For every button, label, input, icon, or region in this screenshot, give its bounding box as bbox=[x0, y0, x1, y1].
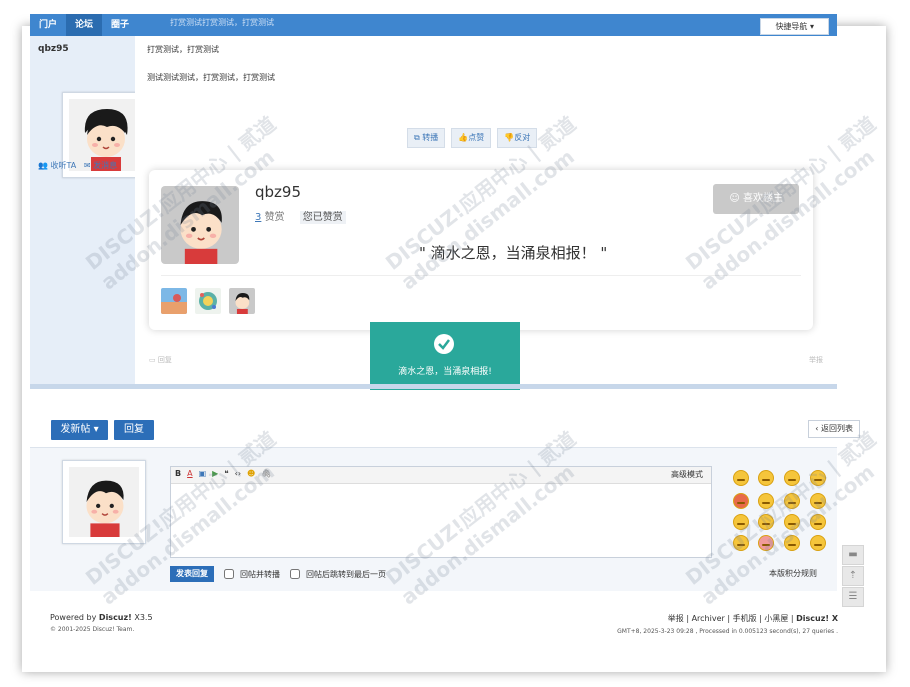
nav-forum[interactable]: 论坛 bbox=[66, 14, 103, 36]
author-sidebar: qbz95 👥 收听TA ✉ 发消息 bbox=[30, 36, 148, 384]
smiley-icon[interactable] bbox=[810, 514, 826, 530]
donor-avatar[interactable] bbox=[161, 288, 187, 314]
emoji-icon[interactable]: ☻ bbox=[247, 469, 255, 478]
smiley-icon[interactable] bbox=[784, 514, 800, 530]
new-post-button[interactable]: 发新帖 ▾ bbox=[51, 420, 108, 440]
breadcrumb: 打赏测试打赏测试，打赏测试 bbox=[170, 18, 274, 27]
reward-quote: " 滴水之恩，当涌泉相报！ " bbox=[419, 244, 608, 262]
powered-by: Powered by Discuz! X3.5 bbox=[50, 613, 153, 622]
footer-left: Powered by Discuz! X3.5 © 2001-2025 Disc… bbox=[50, 613, 153, 633]
reward-stats: 3 赞赏 您已赞赏 bbox=[255, 208, 346, 224]
video-icon[interactable]: ▶ bbox=[212, 469, 218, 478]
thumbs-up-icon: 👍 bbox=[458, 133, 469, 142]
advanced-mode-link[interactable]: 高级模式 bbox=[671, 469, 703, 480]
smiley-icon[interactable] bbox=[733, 514, 749, 530]
report-link[interactable]: 举报 bbox=[809, 355, 823, 365]
reward-given-badge: 您已赞赏 bbox=[299, 211, 346, 224]
smiley-icon[interactable] bbox=[758, 470, 774, 486]
smile-icon: ☺ bbox=[729, 193, 743, 204]
copyright: © 2001-2025 Discuz! Team. bbox=[50, 626, 135, 633]
submit-reply-button[interactable]: 发表回复 bbox=[170, 566, 214, 582]
author-links: 👥 收听TA ✉ 发消息 bbox=[38, 160, 117, 171]
float-reply-icon[interactable]: ▬ bbox=[842, 545, 864, 565]
quote-icon[interactable]: ❝ bbox=[224, 469, 228, 478]
reply-submit-row: 发表回复 回帖并转播 回帖后跳转到最后一页 bbox=[170, 566, 386, 582]
bold-icon[interactable]: B bbox=[175, 469, 181, 478]
smiley-icon[interactable] bbox=[810, 493, 826, 509]
like-button[interactable]: 👍点赞 bbox=[451, 128, 492, 148]
quick-nav-button[interactable]: 快捷导航 ▾ bbox=[760, 18, 829, 35]
avatar-image bbox=[69, 467, 139, 537]
repost-checkbox[interactable] bbox=[224, 569, 234, 579]
reward-card: qbz95 3 赞赏 您已赞赏 ☺ 喜欢楼主 " 滴水之恩，当涌泉相报！ " bbox=[149, 170, 813, 330]
follow-link[interactable]: 收听TA bbox=[51, 161, 77, 170]
jump-last-checkbox[interactable] bbox=[290, 569, 300, 579]
post-title: 打赏测试，打赏测试 bbox=[147, 45, 219, 54]
reward-author-name[interactable]: qbz95 bbox=[255, 183, 301, 201]
smiley-icon[interactable] bbox=[758, 493, 774, 509]
main-nav: 门户 论坛 圈子 bbox=[30, 14, 138, 36]
like-author-button[interactable]: ☺ 喜欢楼主 bbox=[713, 184, 799, 214]
smiley-icon[interactable] bbox=[733, 493, 749, 509]
follow-icon: 👥 bbox=[38, 161, 48, 170]
toast-message: 滴水之恩，当涌泉相报! bbox=[398, 367, 492, 377]
post-actions: ⧉ 转播 👍点赞 👎反对 bbox=[407, 128, 538, 148]
nav-group[interactable]: 圈子 bbox=[102, 14, 138, 36]
check-icon bbox=[434, 334, 454, 354]
author-name[interactable]: qbz95 bbox=[38, 44, 69, 54]
mail-icon: ✉ bbox=[83, 161, 91, 170]
card-divider bbox=[161, 275, 801, 276]
quick-reply-area: B A ▣ ▶ ❝ ‹› ☻ 🖇 高级模式 发表回复 回帖并转播 回帖后跳转到最… bbox=[30, 447, 837, 591]
editor-toolbar: B A ▣ ▶ ❝ ‹› ☻ 🖇 高级模式 bbox=[171, 467, 711, 484]
reply-textarea[interactable] bbox=[171, 484, 711, 557]
smiley-icon[interactable] bbox=[784, 470, 800, 486]
smiley-icon[interactable] bbox=[758, 514, 774, 530]
post-reply-link[interactable]: ▭ 回复 bbox=[149, 355, 172, 365]
reward-count-label: 赞赏 bbox=[264, 212, 285, 223]
smiley-icon[interactable] bbox=[810, 470, 826, 486]
attachment-icon[interactable]: 🖇 bbox=[261, 469, 271, 478]
smiley-icon[interactable] bbox=[758, 535, 774, 551]
footer-stats: GMT+8, 2025-3-23 09:28 , Processed in 0.… bbox=[617, 628, 838, 635]
code-icon[interactable]: ‹› bbox=[235, 469, 241, 478]
post-body: 测试测试测试，打赏测试，打赏测试 bbox=[147, 73, 275, 82]
float-top-icon[interactable]: ⇡ bbox=[842, 566, 864, 586]
float-list-icon[interactable]: ☰ bbox=[842, 587, 864, 607]
section-separator bbox=[30, 384, 837, 389]
success-toast: 滴水之恩，当涌泉相报! bbox=[370, 322, 520, 390]
dislike-button[interactable]: 👎反对 bbox=[497, 128, 538, 148]
font-color-icon[interactable]: A bbox=[187, 469, 192, 478]
donor-avatar[interactable] bbox=[195, 288, 221, 314]
reward-count[interactable]: 3 bbox=[255, 212, 261, 223]
nav-portal[interactable]: 门户 bbox=[30, 14, 66, 36]
footer-right: 举报 | Archiver | 手机版 | 小黑屋 | Discuz! X GM… bbox=[617, 613, 838, 635]
reward-donors bbox=[161, 288, 255, 314]
footer-links[interactable]: 举报 | Archiver | 手机版 | 小黑屋 | Discuz! X bbox=[617, 613, 838, 624]
jump-last-label: 回帖后跳转到最后一页 bbox=[306, 569, 386, 579]
back-to-list-button[interactable]: ‹ 返回列表 bbox=[808, 420, 860, 438]
reply-button[interactable]: 回复 bbox=[114, 420, 154, 440]
discuz-link[interactable]: Discuz! bbox=[99, 613, 132, 622]
smiley-icon[interactable] bbox=[784, 535, 800, 551]
reward-avatar[interactable] bbox=[161, 186, 239, 264]
forward-button[interactable]: ⧉ 转播 bbox=[407, 128, 446, 148]
current-user-avatar bbox=[62, 460, 146, 544]
reply-editor: B A ▣ ▶ ❝ ‹› ☻ 🖇 高级模式 bbox=[170, 466, 712, 558]
smiley-icon[interactable] bbox=[784, 493, 800, 509]
top-navbar: 门户 论坛 圈子 打赏测试打赏测试，打赏测试 快捷导航 ▾ bbox=[30, 14, 837, 36]
smiley-icon[interactable] bbox=[733, 470, 749, 486]
repost-label: 回帖并转播 bbox=[240, 569, 280, 579]
image-icon[interactable]: ▣ bbox=[199, 469, 207, 478]
message-link[interactable]: 发消息 bbox=[93, 161, 117, 170]
reply-icon: ▭ bbox=[149, 356, 158, 364]
credit-rules-link[interactable]: 本版积分规则 bbox=[769, 568, 817, 579]
donor-avatar[interactable] bbox=[229, 288, 255, 314]
thumbs-down-icon: 👎 bbox=[504, 133, 515, 142]
smiley-icon[interactable] bbox=[810, 535, 826, 551]
smiley-icon[interactable] bbox=[733, 535, 749, 551]
